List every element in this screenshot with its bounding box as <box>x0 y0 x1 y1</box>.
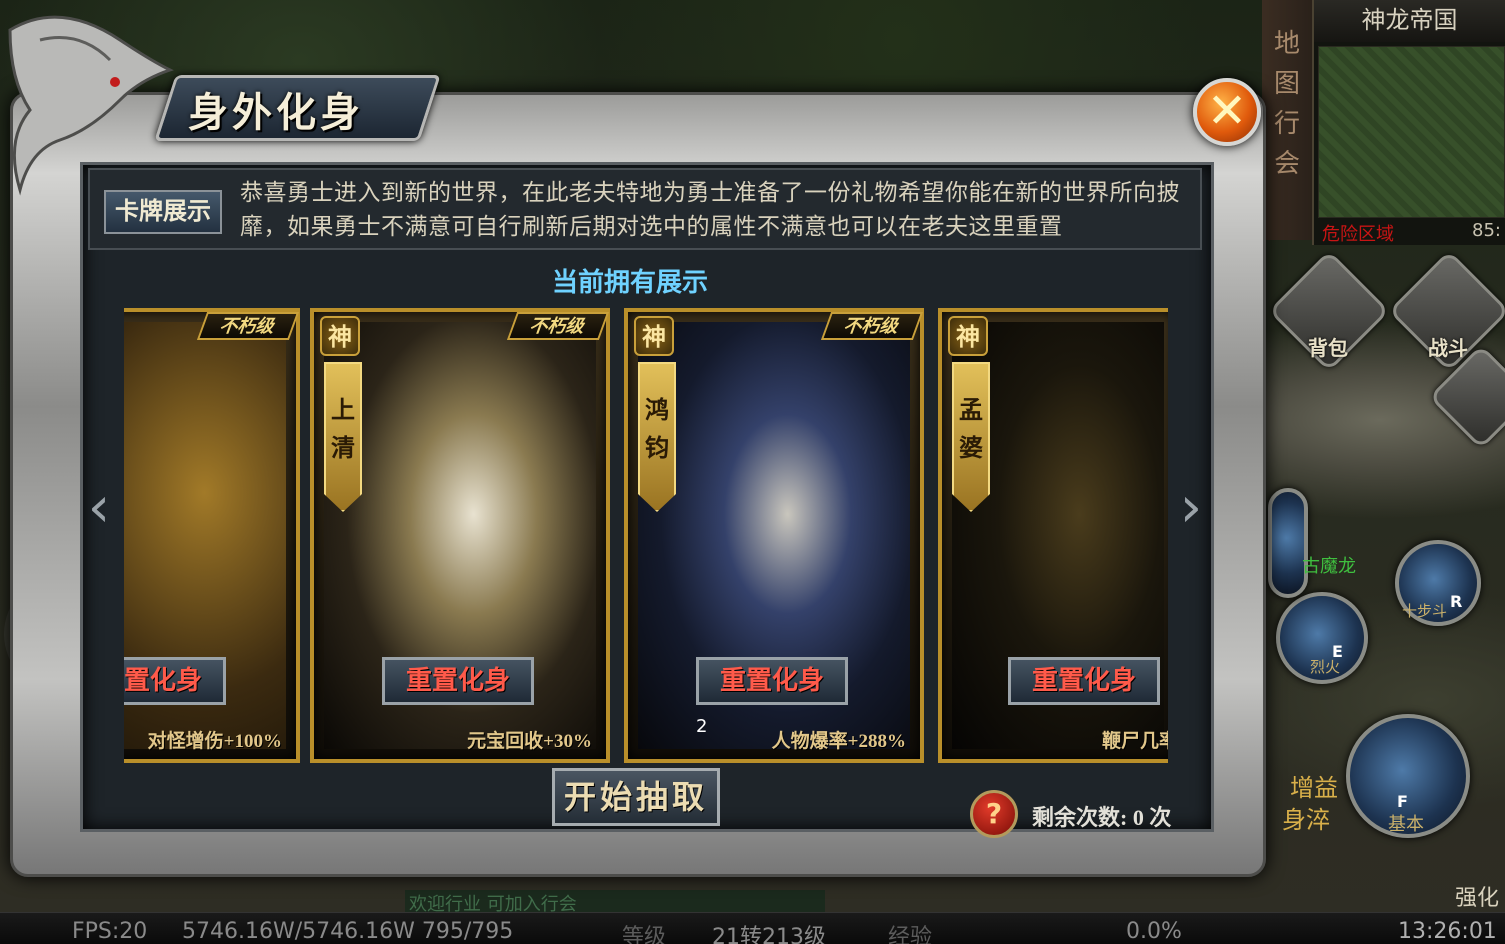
minimap[interactable]: 神龙帝国 危险区域 85: <box>1312 0 1505 245</box>
status-bar: FPS:20 5746.16W/5746.16W 795/795 等级 21转2… <box>0 912 1505 944</box>
prev-arrow-icon[interactable]: ‹ <box>84 478 114 538</box>
overlay-number: 2 <box>696 716 708 737</box>
level-label: 等级 <box>622 925 667 944</box>
card-attribute: 元宝回收+30% <box>467 731 592 752</box>
card-shen-badge: 神 <box>320 316 360 356</box>
card-grade: 不朽级 <box>196 312 300 340</box>
skill-f-name: 基本 <box>1388 814 1424 835</box>
bag-label: 背包 <box>1308 336 1348 360</box>
reset-avatar-button[interactable]: 重置化身 <box>696 657 848 705</box>
skill-side-button[interactable] <box>1268 488 1308 598</box>
game-scene: 地图行会 神龙帝国 危险区域 85: 背包 战斗 R 十步斗 E 烈火 F 基本… <box>0 0 1505 944</box>
guild-name: 古魔龙 <box>1302 556 1356 577</box>
skill-r-key: R <box>1450 592 1463 611</box>
card-attribute: 人物爆率+288% <box>771 731 906 752</box>
skill-r-name: 十步斗 <box>1402 602 1448 620</box>
start-draw-button[interactable]: 开始抽取 <box>552 768 720 826</box>
card-carousel: 不朽级 置化身 对怪增伤+100% 神 上清 不朽级 重置化身 元宝回收+30%… <box>124 308 1168 763</box>
next-arrow-icon[interactable]: › <box>1176 478 1206 538</box>
reset-avatar-button[interactable]: 置化身 <box>124 657 226 705</box>
close-button[interactable]: ✕ <box>1193 78 1261 146</box>
minimap-coord: 85: <box>1472 220 1501 241</box>
side-label-2: 身淬 <box>1282 806 1330 834</box>
minimap-title: 神龙帝国 <box>1314 0 1505 42</box>
exp-readout: 0.0% <box>1126 919 1182 944</box>
card-name: 孟婆 <box>952 362 990 512</box>
strengthen-label[interactable]: 强化 <box>1455 880 1499 912</box>
remaining-count: 剩余次数: 0 次 <box>1032 805 1172 830</box>
fps-readout: FPS:20 <box>72 919 148 944</box>
panel-title: 身外化身 <box>188 90 364 135</box>
exp-label: 经验 <box>888 925 933 944</box>
card-grade: 不朽级 <box>820 312 924 340</box>
hp-readout: 5746.16W/5746.16W 795/795 <box>182 919 514 944</box>
card-display-tab[interactable]: 卡牌展示 <box>104 190 222 234</box>
section-title: 当前拥有展示 <box>551 268 708 297</box>
reset-avatar-button[interactable]: 重置化身 <box>1008 657 1160 705</box>
card-attribute: 对怪增伤+100% <box>147 731 282 752</box>
avatar-card[interactable]: 神 上清 不朽级 重置化身 元宝回收+30% <box>310 308 610 763</box>
description-text: 恭喜勇士进入到新的世界，在此老夫特地为勇士准备了一份礼物希望你能在新的世界所向披… <box>240 180 1180 239</box>
avatar-card[interactable]: 神 鸿钧 不朽级 重置化身 人物爆率+288% <box>624 308 924 763</box>
level-readout: 21转213级 <box>712 925 826 944</box>
sidebar-tab-guild[interactable]: 地图行会 <box>1262 0 1312 240</box>
description-row: 卡牌展示 恭喜勇士进入到新的世界，在此老夫特地为勇士准备了一份礼物希望你能在新的… <box>88 168 1202 250</box>
avatar-card[interactable]: 神 孟婆 重置化身 鞭尸几率 <box>938 308 1168 763</box>
side-label-1: 增益 <box>1290 774 1338 802</box>
help-button[interactable]: ? <box>970 790 1018 838</box>
reset-avatar-button[interactable]: 重置化身 <box>382 657 534 705</box>
skill-f-key: F <box>1397 792 1408 811</box>
minimap-zone: 危险区域 <box>1322 224 1394 245</box>
chat-strip[interactable]: 欢迎行业 可加入行会 <box>405 890 825 912</box>
card-shen-badge: 神 <box>634 316 674 356</box>
avatar-card[interactable]: 不朽级 置化身 对怪增伤+100% <box>124 308 300 763</box>
skill-e-name: 烈火 <box>1310 658 1341 676</box>
clock: 13:26:01 <box>1398 919 1497 944</box>
card-attribute: 鞭尸几率 <box>1101 731 1168 752</box>
battle-label: 战斗 <box>1428 336 1468 360</box>
card-name: 鸿钧 <box>638 362 676 512</box>
card-shen-badge: 神 <box>948 316 988 356</box>
card-grade: 不朽级 <box>506 312 610 340</box>
minimap-view[interactable] <box>1318 46 1505 218</box>
card-name: 上清 <box>324 362 362 512</box>
